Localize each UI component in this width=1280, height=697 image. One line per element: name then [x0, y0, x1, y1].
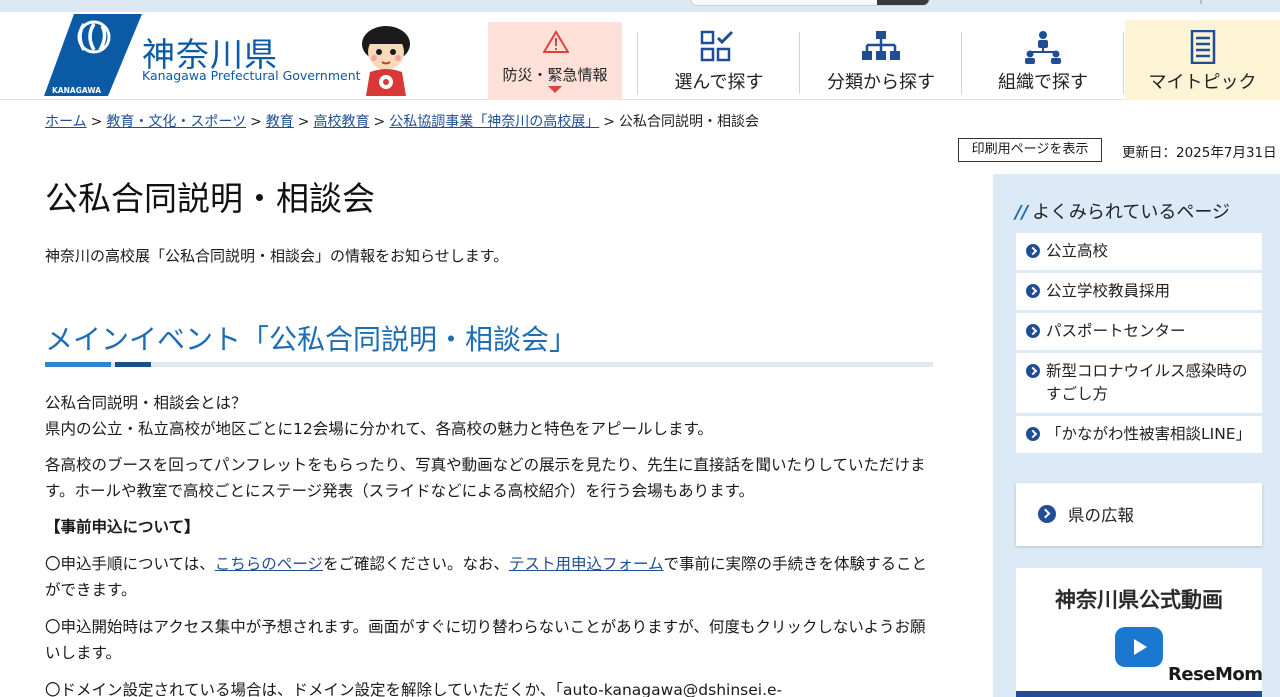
intro-description: 県内の公立・私立高校が地区ごとに12会場に分かれて、各高校の魅力と特色をアピール…: [45, 420, 713, 438]
popular-item[interactable]: 新型コロナウイルス感染時のすごし方: [1016, 353, 1262, 413]
nav-my-topic[interactable]: マイトピック: [1125, 20, 1280, 100]
slashes-icon: //: [1015, 202, 1029, 223]
chevron-right-circle-icon: [1038, 505, 1056, 523]
chevron-right-circle-icon: [1026, 324, 1040, 338]
nav-emergency-label: 防災・緊急情報: [502, 66, 608, 84]
people-org-icon: [1025, 31, 1061, 64]
intro-question: 公私合同説明・相談会とは？: [45, 394, 247, 412]
domain-notice-paragraph: 〇ドメイン設定されている場合は、ドメイン設定を解除していただくか、「auto-k…: [45, 681, 783, 697]
procedure-text-b: をご確認ください。なお、: [322, 555, 509, 573]
intro-paragraph: 公私合同説明・相談会とは？ 県内の公立・私立高校が地区ごとに12会場に分かれて、…: [45, 390, 935, 442]
nav-divider: [961, 32, 962, 94]
breadcrumb-education[interactable]: 教育: [266, 114, 294, 130]
procedure-page-link[interactable]: こちらのページ: [215, 555, 323, 573]
nav-divider: [799, 32, 800, 94]
hierarchy-icon: [862, 31, 900, 60]
chevron-right-circle-icon: [1026, 244, 1040, 258]
top-strip-divider: [1200, 0, 1280, 4]
updated-date: 更新日：2025年7月31日: [1122, 145, 1277, 161]
procedure-paragraph: 〇申込手順については、こちらのページをご確認ください。なお、テスト用申込フォーム…: [45, 551, 935, 603]
advance-registration-heading: 【事前申込について】: [45, 518, 200, 536]
breadcrumb-education-culture-sports[interactable]: 教育・文化・スポーツ: [106, 114, 246, 130]
section-underline: [45, 362, 933, 367]
top-search-pill: [690, 0, 930, 6]
nav-divider: [1123, 32, 1124, 94]
nav-choose-search[interactable]: 選んで探す: [639, 20, 799, 100]
popular-item-label: 「かながわ性被害相談LINE」: [1046, 425, 1252, 443]
chevron-right-circle-icon: [1026, 427, 1040, 441]
popular-item-label: 公立学校教員採用: [1046, 282, 1171, 300]
access-notice-paragraph: 〇申込開始時はアクセス集中が予想されます。画面がすぐに切り替わらないことがありま…: [45, 618, 926, 662]
breadcrumb-high-school-education[interactable]: 高校教育: [314, 114, 370, 130]
nav-divider: [637, 32, 638, 94]
procedure-text-a: 〇申込手順については、: [45, 555, 215, 573]
popular-item[interactable]: 公立高校: [1016, 233, 1262, 270]
prefectural-pr-label: 県の広報: [1068, 506, 1134, 525]
popular-pages-heading: //よくみられているページ: [1015, 198, 1230, 224]
play-icon: [1115, 627, 1163, 667]
checklist-grid-icon: [700, 30, 734, 62]
popular-pages-heading-text: よくみられているページ: [1032, 202, 1230, 223]
nav-category-search[interactable]: 分類から探す: [801, 20, 961, 100]
booth-paragraph: 各高校のブースを回ってパンフレットをもらったり、写真や動画などの展示を見たり、先…: [45, 456, 926, 500]
breadcrumb-high-school-fair[interactable]: 公私協調事業「神奈川の高校展」: [389, 114, 599, 130]
watermark-logo: ReseMom: [1168, 664, 1263, 685]
popular-item-label: 公立高校: [1046, 242, 1109, 260]
breadcrumb-home[interactable]: ホーム: [45, 114, 87, 130]
nav-my-topic-label: マイトピック: [1148, 72, 1257, 93]
popular-pages-list: 公立高校 公立学校教員採用 パスポートセンター 新型コロナウイルス感染時のすごし…: [1016, 233, 1262, 456]
section-title: メインイベント「公私合同説明・相談会」: [45, 323, 578, 356]
nav-category-label: 分類から探す: [827, 72, 935, 93]
chevron-down-icon: [548, 86, 562, 93]
logo-caption: KANAGAWA: [52, 86, 101, 95]
document-list-icon: [1190, 30, 1215, 64]
site-header: KANAGAWA 神奈川県 Kanagawa Prefectural Gover…: [0, 12, 1280, 100]
mascot-image: [362, 26, 410, 96]
warning-triangle-icon: [543, 30, 569, 53]
kanagawa-emblem-icon: KANAGAWA: [44, 14, 142, 96]
site-logo[interactable]: KANAGAWA 神奈川県 Kanagawa Prefectural Gover…: [44, 14, 374, 96]
sidebar: //よくみられているページ 公立高校 公立学校教員採用 パスポートセンター 新型…: [993, 174, 1280, 697]
site-subtitle: Kanagawa Prefectural Government: [142, 68, 361, 83]
official-video-title: 神奈川県公式動画: [1055, 588, 1223, 612]
popular-item[interactable]: 「かながわ性被害相談LINE」: [1016, 416, 1262, 453]
nav-emergency-info[interactable]: 防災・緊急情報: [488, 22, 622, 100]
breadcrumb-current: 公私合同説明・相談会: [619, 114, 759, 130]
nav-choose-label: 選んで探す: [674, 72, 764, 93]
nav-organization-search[interactable]: 組織で探す: [963, 20, 1123, 100]
popular-item[interactable]: パスポートセンター: [1016, 313, 1262, 350]
nav-organization-label: 組織で探す: [998, 72, 1088, 93]
popular-item[interactable]: 公立学校教員採用: [1016, 273, 1262, 310]
popular-item-label: パスポートセンター: [1046, 322, 1186, 340]
video-banner-bar: [1016, 691, 1262, 697]
print-page-button[interactable]: 印刷用ページを表示: [958, 138, 1102, 162]
popular-item-label: 新型コロナウイルス感染時のすごし方: [1046, 362, 1248, 403]
chevron-right-circle-icon: [1026, 284, 1040, 298]
lead-text: 神奈川の高校展「公私合同説明・相談会」の情報をお知らせします。: [45, 247, 509, 265]
prefectural-pr-link[interactable]: 県の広報: [1016, 483, 1262, 546]
page-title: 公私合同説明・相談会: [45, 179, 375, 218]
chevron-right-circle-icon: [1026, 364, 1040, 378]
breadcrumb: ホーム > 教育・文化・スポーツ > 教育 > 高校教育 > 公私協調事業「神奈川の高校展」 > 公…: [45, 114, 759, 130]
test-form-link[interactable]: テスト用申込フォーム: [509, 555, 664, 573]
browser-top-strip: [0, 0, 1280, 12]
